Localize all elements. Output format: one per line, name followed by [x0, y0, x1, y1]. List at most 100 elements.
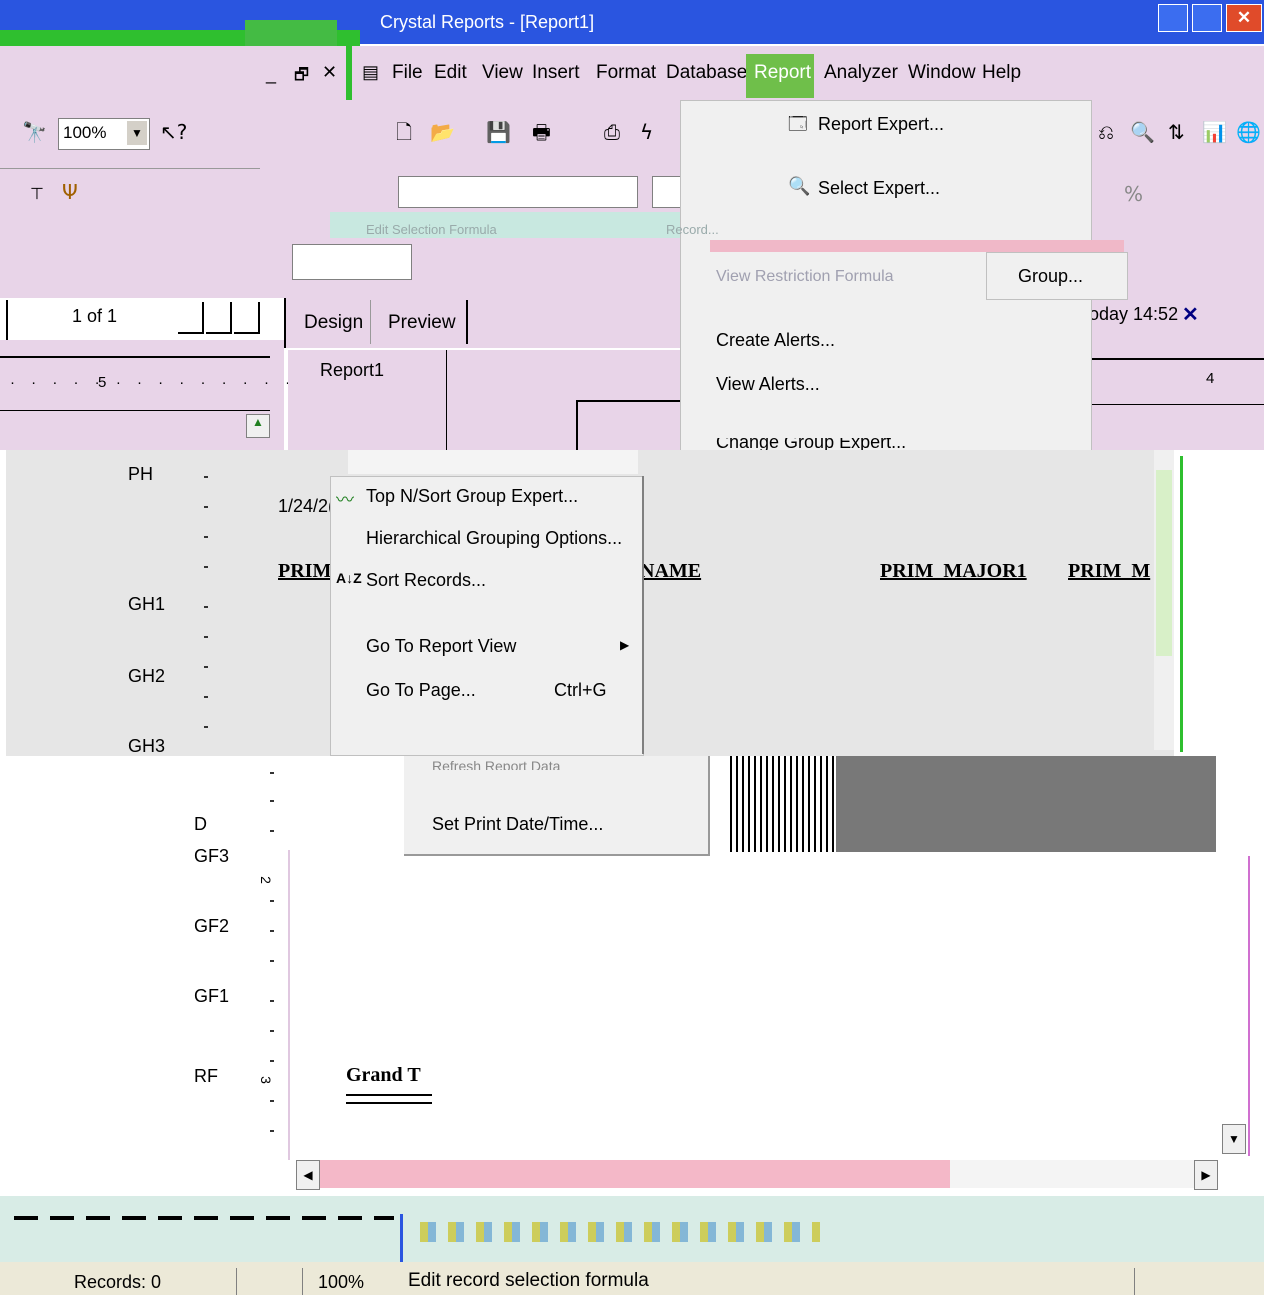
- date-field[interactable]: 1/24/2(: [278, 496, 334, 517]
- menu-report-label: Report: [754, 62, 812, 83]
- menu-format[interactable]: Format: [596, 62, 656, 84]
- submenu-arrow-icon: ▶: [620, 638, 630, 652]
- topn-item[interactable]: 〰 Top N/Sort Group Expert...: [336, 482, 636, 516]
- child-close-button[interactable]: ✕: [322, 62, 337, 83]
- edit-selection-formula-item[interactable]: Edit Selection Formula: [366, 222, 497, 237]
- section-gh3: GH3: [128, 736, 165, 754]
- print-icon[interactable]: 🖶: [532, 120, 551, 144]
- nav-first-button[interactable]: [178, 302, 204, 334]
- grand-total-field[interactable]: Grand T: [346, 1064, 421, 1087]
- title-bar: [0, 0, 1264, 34]
- child-minimize-button[interactable]: _: [266, 64, 276, 85]
- select-expert-label: Select Expert...: [818, 178, 941, 198]
- print-submenu: [404, 756, 710, 856]
- inner-window-controls[interactable]: [245, 20, 337, 46]
- sort-records-item[interactable]: A↓Z Sort Records...: [336, 566, 636, 600]
- go-to-page-item[interactable]: Go To Page...: [366, 680, 476, 701]
- close-preview-icon[interactable]: ✕: [1182, 302, 1199, 327]
- menu-view[interactable]: View: [482, 62, 523, 84]
- scroll-left-button[interactable]: ◀: [296, 1160, 320, 1190]
- zoom-combo[interactable]: 100% ▼: [58, 118, 150, 150]
- maximize-button[interactable]: [1192, 4, 1222, 32]
- sort-az-icon: A↓Z: [336, 570, 362, 586]
- ruler-mark-3: 3: [257, 1076, 274, 1084]
- help-pointer-icon[interactable]: ↖?: [160, 120, 187, 144]
- refresh-report-data-item[interactable]: Refresh Report Data: [432, 758, 672, 770]
- tab-preview[interactable]: Preview: [388, 312, 456, 334]
- menu-insert[interactable]: Insert: [532, 62, 580, 84]
- horizontal-scroll-thumb[interactable]: [320, 1160, 950, 1188]
- change-group-expert-label: Change Group Expert...: [716, 438, 907, 450]
- close-button[interactable]: ✕: [1226, 4, 1262, 32]
- wrench-icon[interactable]: Ψ: [62, 180, 78, 204]
- name-field[interactable]: NAME: [640, 560, 701, 583]
- section-d: D: [194, 814, 207, 834]
- group-item[interactable]: Group...: [1018, 266, 1083, 287]
- status-zoom: 100%: [318, 1272, 365, 1292]
- scroll-down-button[interactable]: ▼: [1222, 1124, 1246, 1154]
- create-alerts-item[interactable]: Create Alerts...: [716, 330, 835, 351]
- map-icon[interactable]: 🌐: [1236, 120, 1261, 144]
- menu-report[interactable]: Report: [746, 54, 814, 98]
- minimize-button[interactable]: [1158, 4, 1188, 32]
- zoom-value: 100%: [63, 123, 107, 142]
- chart-icon[interactable]: 📊: [1202, 120, 1227, 144]
- set-print-date-item[interactable]: Set Print Date/Time...: [432, 814, 603, 835]
- child-restore-button[interactable]: 🗗: [294, 64, 309, 91]
- menu-database[interactable]: Database: [666, 62, 747, 84]
- menu-window[interactable]: Window: [908, 62, 976, 84]
- view-alerts-item[interactable]: View Alerts...: [716, 374, 820, 395]
- nav-left-border: [6, 300, 8, 340]
- section-rf: RF: [194, 1066, 218, 1086]
- go-to-report-view-item[interactable]: Go To Report View: [366, 636, 516, 657]
- nav-prev-button[interactable]: [206, 302, 232, 334]
- menu-edit[interactable]: Edit: [434, 62, 467, 84]
- right-edge-line: [1248, 856, 1250, 1156]
- section-gh1: GH1: [128, 594, 166, 614]
- vertical-ruler: [200, 456, 212, 752]
- grand-total-underline: [346, 1094, 432, 1104]
- view-restriction-formula-item[interactable]: View Restriction Formula: [716, 268, 894, 286]
- right-toolbar-icons[interactable]: ⎌: [1098, 120, 1114, 144]
- tree-root[interactable]: Report1: [320, 360, 384, 381]
- hierarchical-grouping-item[interactable]: Hierarchical Grouping Options...: [366, 528, 622, 549]
- tree-view-icon[interactable]: ⊤: [30, 182, 44, 206]
- submenu-right-border: [642, 476, 644, 754]
- prim-major1-field[interactable]: PRIM_MAJOR1: [880, 560, 1027, 583]
- prim-field[interactable]: PRIM: [278, 560, 331, 583]
- sort-toolbar-icon[interactable]: ⇅: [1168, 120, 1185, 144]
- scroll-up-button[interactable]: ▲: [246, 414, 270, 438]
- app-title: Crystal Reports - [Report1]: [380, 12, 595, 32]
- new-document-icon[interactable]: 🗋: [396, 120, 412, 144]
- tab-design[interactable]: Design: [304, 312, 363, 334]
- percent-icon[interactable]: %: [1124, 182, 1143, 206]
- select-expert-item[interactable]: 🔍 Select Expert...: [780, 172, 1040, 206]
- font-combo[interactable]: [398, 176, 638, 208]
- topn-icon: 〰: [336, 490, 354, 510]
- menu-help[interactable]: Help: [982, 62, 1021, 84]
- status-message: Edit record selection formula: [408, 1270, 649, 1291]
- binoculars-icon[interactable]: 🔭: [22, 120, 47, 144]
- menu-separator-pink: [710, 240, 1124, 252]
- report-expert-item[interactable]: 🗔 Report Expert...: [780, 108, 1040, 142]
- nav-next-button[interactable]: [234, 302, 260, 334]
- formatting-icons[interactable]: [420, 1222, 820, 1242]
- status-divider-3: [1134, 1268, 1135, 1295]
- lightning-icon[interactable]: ϟ: [640, 120, 653, 144]
- menu-analyzer[interactable]: Analyzer: [824, 62, 898, 84]
- section-gh3-label: GH3: [128, 736, 166, 754]
- change-group-expert-item[interactable]: Change Group Expert...: [716, 438, 936, 450]
- scroll-right-button[interactable]: ▶: [1194, 1160, 1218, 1190]
- open-folder-icon[interactable]: 📂: [430, 120, 455, 144]
- doc-menu-icon[interactable]: ▤: [362, 62, 379, 83]
- menu-file[interactable]: File: [392, 62, 423, 84]
- canvas-border-right: [1180, 456, 1183, 752]
- canvas-scroll-thumb[interactable]: [1156, 470, 1172, 656]
- record-submenu-item[interactable]: Record...: [666, 222, 719, 237]
- select-expert-toolbar-icon[interactable]: 🔍: [1130, 120, 1155, 144]
- navigator-combo[interactable]: [292, 244, 412, 280]
- save-icon[interactable]: 💾: [486, 120, 511, 144]
- prim-m-field[interactable]: PRIM_M: [1068, 560, 1150, 583]
- export-icon[interactable]: ⎙: [604, 120, 620, 144]
- zoom-dropdown-arrow[interactable]: ▼: [127, 121, 147, 145]
